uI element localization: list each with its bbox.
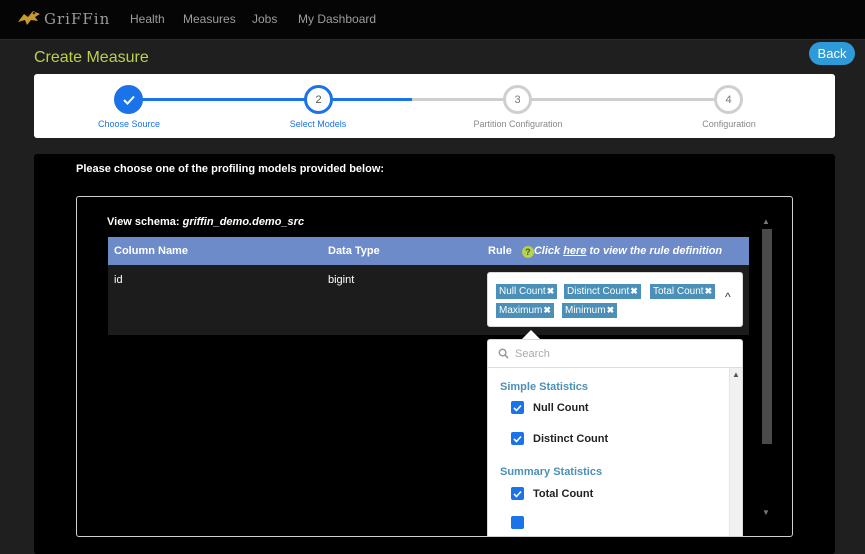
remove-tag-icon[interactable]: ✖	[607, 305, 615, 315]
header-rule: Rule? Click here to view the rule definit…	[488, 245, 722, 258]
table-header: Column Name Data Type Rule? Click here to…	[108, 237, 749, 265]
models-panel: Please choose one of the profiling model…	[34, 154, 835, 554]
remove-tag-icon[interactable]: ✖	[705, 286, 713, 296]
top-navbar: GriFFin Health Measures Jobs My Dashboar…	[0, 0, 865, 40]
option-label: Null Count	[533, 401, 589, 414]
checkbox-checked-icon[interactable]	[511, 516, 524, 529]
dropdown-search[interactable]: Search	[488, 340, 742, 368]
schema-box: View schema: griffin_demo.demo_src Colum…	[76, 196, 793, 537]
checkbox-checked-icon[interactable]	[511, 401, 524, 414]
search-placeholder: Search	[515, 348, 550, 360]
back-button[interactable]: Back	[809, 42, 855, 65]
step-2-label: Select Models	[289, 119, 347, 129]
brand-name: GriFFin	[44, 10, 111, 28]
chevron-up-icon[interactable]: ^	[725, 290, 731, 304]
schema-scrollbar[interactable]: ▲ ▼	[761, 217, 773, 522]
check-icon	[122, 95, 135, 105]
scrollbar-thumb[interactable]	[762, 229, 772, 444]
option-null-count[interactable]: Null Count	[511, 401, 589, 414]
tag-total-count[interactable]: Total Count✖	[650, 284, 716, 299]
tag-null-count[interactable]: Null Count✖	[496, 284, 558, 299]
griffin-logo-icon	[18, 11, 40, 25]
checkbox-checked-icon[interactable]	[511, 487, 524, 500]
schema-label: View schema:	[107, 216, 180, 228]
remove-tag-icon[interactable]: ✖	[630, 286, 638, 296]
scroll-up-icon[interactable]: ▲	[732, 370, 740, 379]
tag-minimum[interactable]: Minimum✖	[562, 303, 618, 318]
step-3-label: Partition Configuration	[473, 119, 563, 129]
scroll-up-icon[interactable]: ▲	[762, 217, 770, 226]
header-rule-label: Rule	[488, 245, 512, 257]
option-distinct-count[interactable]: Distinct Count	[511, 432, 608, 445]
option-label: Distinct Count	[533, 432, 609, 445]
remove-tag-icon[interactable]: ✖	[543, 305, 551, 315]
step-1-circle[interactable]	[114, 85, 143, 114]
nav-health[interactable]: Health	[130, 12, 165, 26]
rule-hint-prefix: Click	[533, 245, 564, 257]
step-3-circle[interactable]: 3	[503, 85, 532, 114]
cell-column-name: id	[114, 274, 123, 286]
nav-my-dashboard[interactable]: My Dashboard	[298, 12, 376, 26]
dropdown-scrollbar[interactable]: ▲	[729, 368, 742, 536]
checkbox-checked-icon[interactable]	[511, 432, 524, 445]
option-total-count[interactable]: Total Count	[511, 487, 593, 500]
page-title: Create Measure	[34, 49, 149, 66]
step-4-label: Configuration	[702, 119, 756, 129]
cell-data-type: bigint	[328, 274, 355, 286]
remove-tag-icon[interactable]: ✖	[547, 286, 555, 296]
tag-distinct-count[interactable]: Distinct Count✖	[564, 284, 641, 299]
option-next-partial[interactable]	[511, 516, 533, 529]
search-icon	[498, 348, 509, 359]
header-data-type: Data Type	[328, 245, 380, 257]
schema-name: griffin_demo.demo_src	[182, 216, 305, 228]
scroll-down-icon[interactable]: ▼	[762, 508, 770, 517]
header-column-name: Column Name	[114, 245, 188, 257]
rule-multiselect[interactable]: Null Count✖ Distinct Count✖ Total Count✖…	[487, 272, 743, 327]
step-progress-line	[129, 98, 412, 101]
rule-definition-link[interactable]: here	[563, 245, 586, 257]
nav-measures[interactable]: Measures	[183, 12, 236, 26]
step-remaining-line	[412, 98, 732, 101]
rule-hint-suffix: to view the rule definition	[586, 245, 723, 257]
rule-hint: Click here to view the rule definition	[534, 245, 722, 257]
option-label: Total Count	[533, 487, 594, 500]
tag-label: Distinct Count	[567, 286, 630, 297]
help-icon: ?	[521, 246, 534, 258]
view-schema: View schema: griffin_demo.demo_src	[107, 216, 304, 228]
tag-maximum[interactable]: Maximum✖	[496, 303, 554, 318]
instruction-text: Please choose one of the profiling model…	[76, 163, 385, 175]
nav-jobs[interactable]: Jobs	[252, 12, 277, 26]
brand[interactable]: GriFFin	[16, 8, 110, 28]
wizard-stepper: Choose Source 2 Select Models 3 Partitio…	[34, 74, 835, 138]
group-simple-statistics: Simple Statistics	[500, 381, 589, 393]
tag-label: Total Count	[653, 286, 704, 297]
group-summary-statistics: Summary Statistics	[500, 466, 603, 478]
tag-label: Minimum	[565, 305, 606, 316]
step-2-circle[interactable]: 2	[304, 85, 333, 114]
rule-dropdown: Search Simple Statistics Null Count Dist…	[487, 339, 743, 536]
step-1-label: Choose Source	[97, 119, 161, 129]
step-4-circle[interactable]: 4	[714, 85, 743, 114]
tag-label: Null Count	[499, 286, 546, 297]
tag-label: Maximum	[499, 305, 543, 316]
